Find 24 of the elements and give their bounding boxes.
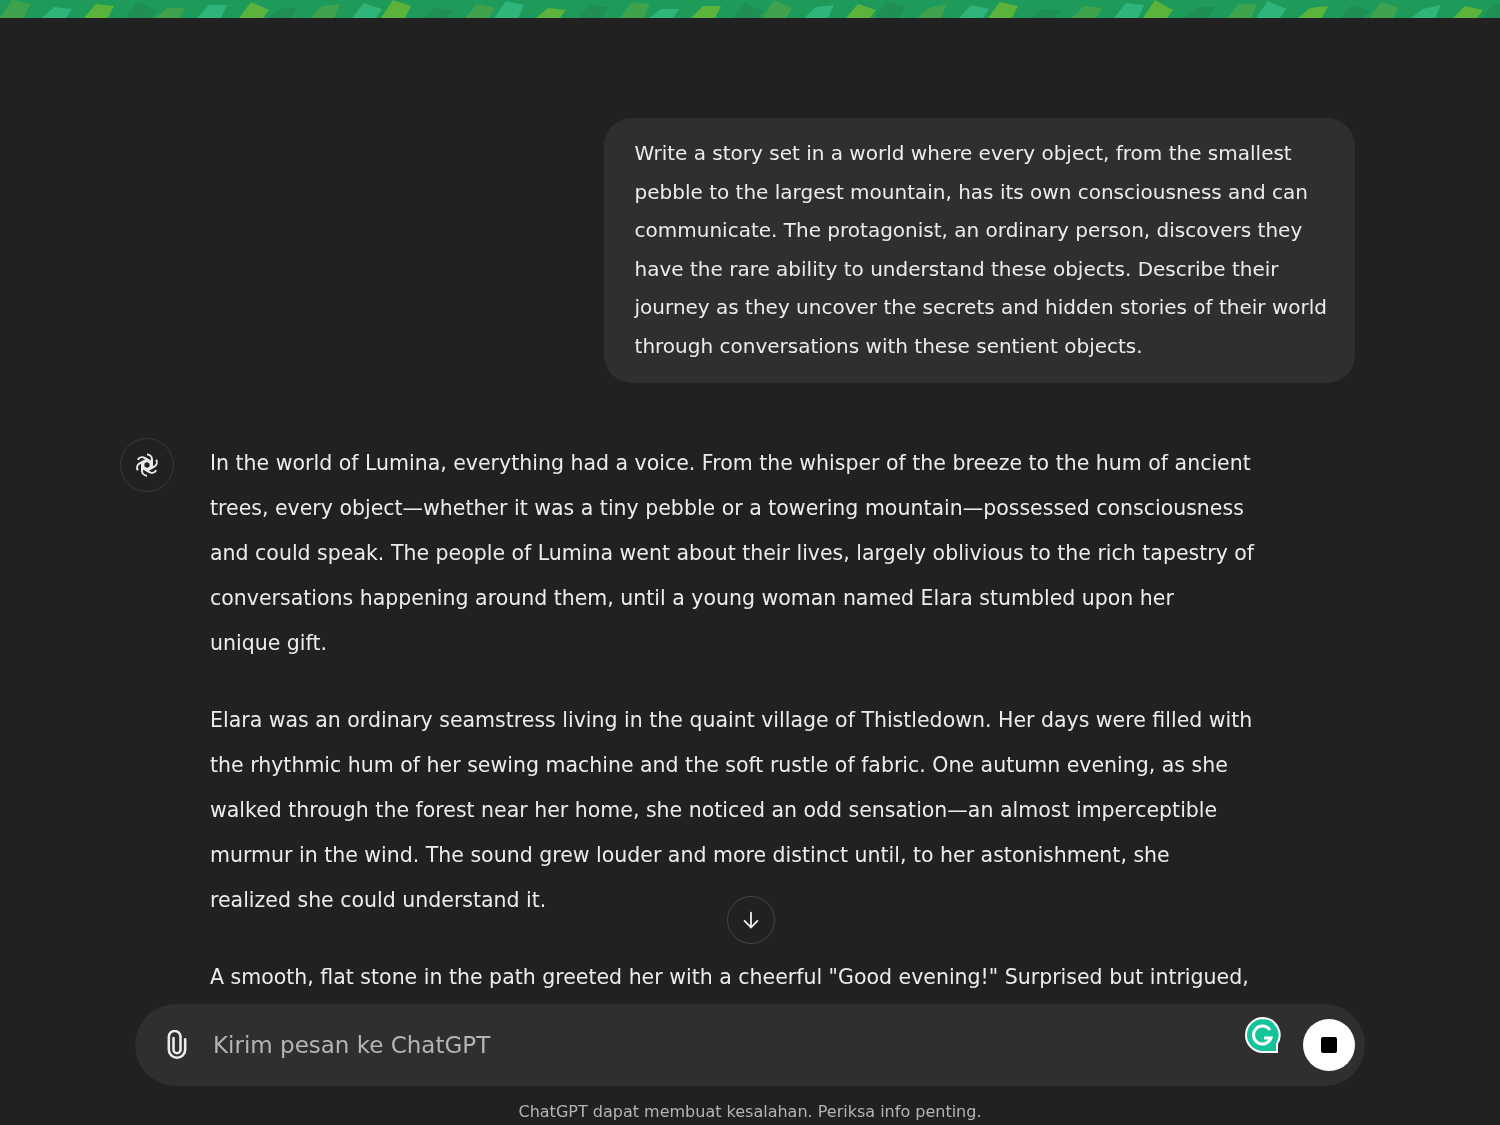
- message-text: journey as they uncover the secrets and hidden stories of their world: [634, 294, 1327, 321]
- message-text: communicate. The protagonist, an ordinary person, discovers they: [634, 217, 1304, 244]
- response-text: Elara was an ordinary seamstress living in the quaint village of Thistledown. Her days were filled with: [210, 707, 1253, 734]
- response-text: and could speak. The people of Lumina went about their lives, largely oblivious to the rich tapestry of: [210, 540, 1255, 567]
- message-text: have the rare ability to understand these objects. Describe their: [634, 255, 1280, 283]
- response-text: conversations happening around them, until a young woman named Elara stumbled upon her: [210, 585, 1174, 612]
- scroll-down-button[interactable]: [727, 896, 775, 944]
- stop-button[interactable]: [1303, 1019, 1355, 1071]
- response-text: realized she could understand it.: [210, 887, 547, 914]
- message-text: through conversations with these sentient objects.: [634, 332, 1144, 360]
- response-text: unique gift.: [210, 630, 327, 657]
- response-text: In the world of Lumina, everything had a voice. From the whisper of the breeze to the hum of ancient: [210, 450, 1251, 477]
- message-text: Write a story set in a world where every object, from the smallest: [634, 140, 1293, 167]
- response-text: trees, every object—whether it was a tiny pebble or a towering mountain—possessed consciousness: [210, 495, 1244, 522]
- message-composer[interactable]: Kirim pesan ke ChatGPT: [135, 1004, 1365, 1086]
- response-text: the rhythmic hum of her sewing machine and the soft rustle of fabric. One autumn evening, as she: [210, 752, 1228, 779]
- response-text: murmur in the wind. The sound grew louder and more distinct until, to her astonishment, she: [210, 842, 1170, 869]
- message-input[interactable]: Kirim pesan ke ChatGPT: [211, 1031, 1223, 1059]
- response-text: A smooth, flat stone in the path greeted her with a cheerful "Good evening!" Surprised but intrigued,: [210, 964, 1249, 991]
- message-text: pebble to the largest mountain, has its own consciousness and can: [634, 178, 1309, 206]
- response-text: walked through the forest near her home, she noticed an odd sensation—an almost imperceptible: [210, 797, 1218, 824]
- grammar-assistant-icon[interactable]: [1243, 1016, 1283, 1056]
- stop-icon: [1321, 1037, 1337, 1053]
- disclaimer-text: ChatGPT dapat membuat kesalahan. Periksa info penting.: [518, 1101, 982, 1121]
